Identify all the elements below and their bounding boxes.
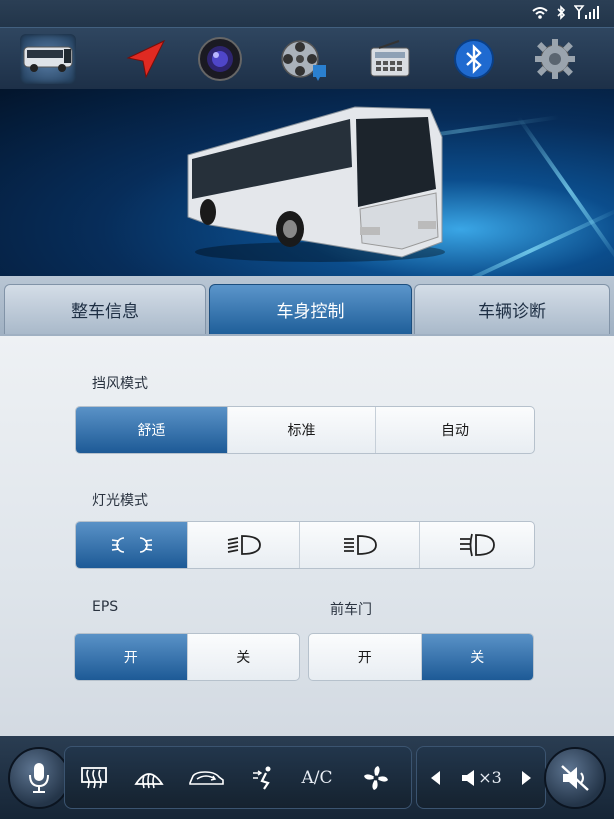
windshield-mode-selector: 舒适 标准 自动: [75, 406, 535, 454]
windshield-standard-button[interactable]: 标准: [228, 407, 376, 453]
eps-label: EPS: [92, 599, 119, 615]
wifi-icon: [532, 6, 548, 20]
hero-banner: [0, 89, 614, 276]
airflow-seat-icon: [253, 766, 271, 790]
tab-body-control[interactable]: 车身控制: [209, 284, 412, 334]
high-beam-icon: [343, 535, 377, 555]
microphone-icon: [29, 763, 49, 793]
eps-on-button[interactable]: 开: [75, 634, 188, 680]
bus-app-icon[interactable]: [20, 34, 76, 84]
left-arrow-icon: [431, 770, 440, 785]
air-recirculation-icon: [189, 770, 224, 785]
app-bar: [0, 27, 614, 89]
mute-icon: [561, 765, 589, 791]
settings-gear-icon[interactable]: [527, 34, 583, 84]
fog-light-button[interactable]: [420, 522, 534, 568]
signal-icon: [574, 5, 600, 20]
fog-light-icon: [460, 533, 495, 557]
low-beam-icon: [227, 535, 261, 555]
volume-controls: ×3: [416, 746, 546, 809]
volume-down-button[interactable]: [417, 770, 453, 786]
bus-illustration: [180, 97, 450, 271]
tab-vehicle-diagnosis[interactable]: 车辆诊断: [414, 284, 610, 334]
eps-off-button[interactable]: 关: [188, 634, 300, 680]
right-arrow-icon: [522, 770, 531, 785]
airflow-mode-button[interactable]: [237, 765, 289, 791]
volume-up-button[interactable]: [509, 770, 545, 786]
speaker-icon: [462, 769, 475, 786]
front-door-open-button[interactable]: 开: [309, 634, 422, 680]
fan-icon: [364, 765, 388, 790]
front-door-close-button[interactable]: 关: [421, 634, 533, 680]
body-control-panel: 挡风模式 舒适 标准 自动 灯光模式 EPS 开 关 前车门 开 关: [0, 336, 614, 736]
front-door-label: 前车门: [330, 602, 372, 618]
bluetooth-status-icon: [556, 5, 566, 20]
mute-button[interactable]: [544, 747, 606, 809]
ac-button[interactable]: A/C: [289, 768, 345, 788]
parking-lights-button[interactable]: [76, 522, 188, 568]
radio-icon[interactable]: [362, 34, 418, 84]
light-mode-label: 灯光模式: [92, 493, 148, 509]
volume-level-label: ×3: [478, 768, 502, 787]
front-door-selector: 开 关: [308, 633, 534, 681]
video-icon[interactable]: [276, 34, 332, 84]
air-recirculation-button[interactable]: [175, 767, 237, 789]
rear-defrost-button[interactable]: [65, 766, 123, 790]
voice-button[interactable]: [8, 747, 70, 809]
front-defrost-button[interactable]: [123, 766, 175, 790]
tab-bar: 整车信息 车身控制 车辆诊断: [0, 276, 614, 336]
light-mode-selector: [75, 521, 535, 569]
status-bar: [0, 0, 614, 27]
fan-button[interactable]: [345, 764, 407, 792]
parking-lights-icon: [111, 537, 152, 553]
navigation-icon[interactable]: [117, 34, 173, 84]
bluetooth-icon[interactable]: [446, 34, 502, 84]
windshield-mode-label: 挡风模式: [92, 376, 148, 392]
windshield-comfort-button[interactable]: 舒适: [76, 407, 228, 453]
tab-vehicle-info[interactable]: 整车信息: [4, 284, 206, 334]
front-defrost-icon: [134, 772, 164, 788]
windshield-auto-button[interactable]: 自动: [376, 407, 534, 453]
high-beam-button[interactable]: [300, 522, 420, 568]
eps-selector: 开 关: [74, 633, 300, 681]
climate-controls: A/C: [64, 746, 412, 809]
rear-defrost-icon: [81, 766, 107, 788]
camera-icon[interactable]: [192, 34, 248, 84]
volume-level: ×3: [453, 768, 509, 788]
bottom-control-bar: A/C ×3: [0, 736, 614, 819]
low-beam-button[interactable]: [188, 522, 300, 568]
